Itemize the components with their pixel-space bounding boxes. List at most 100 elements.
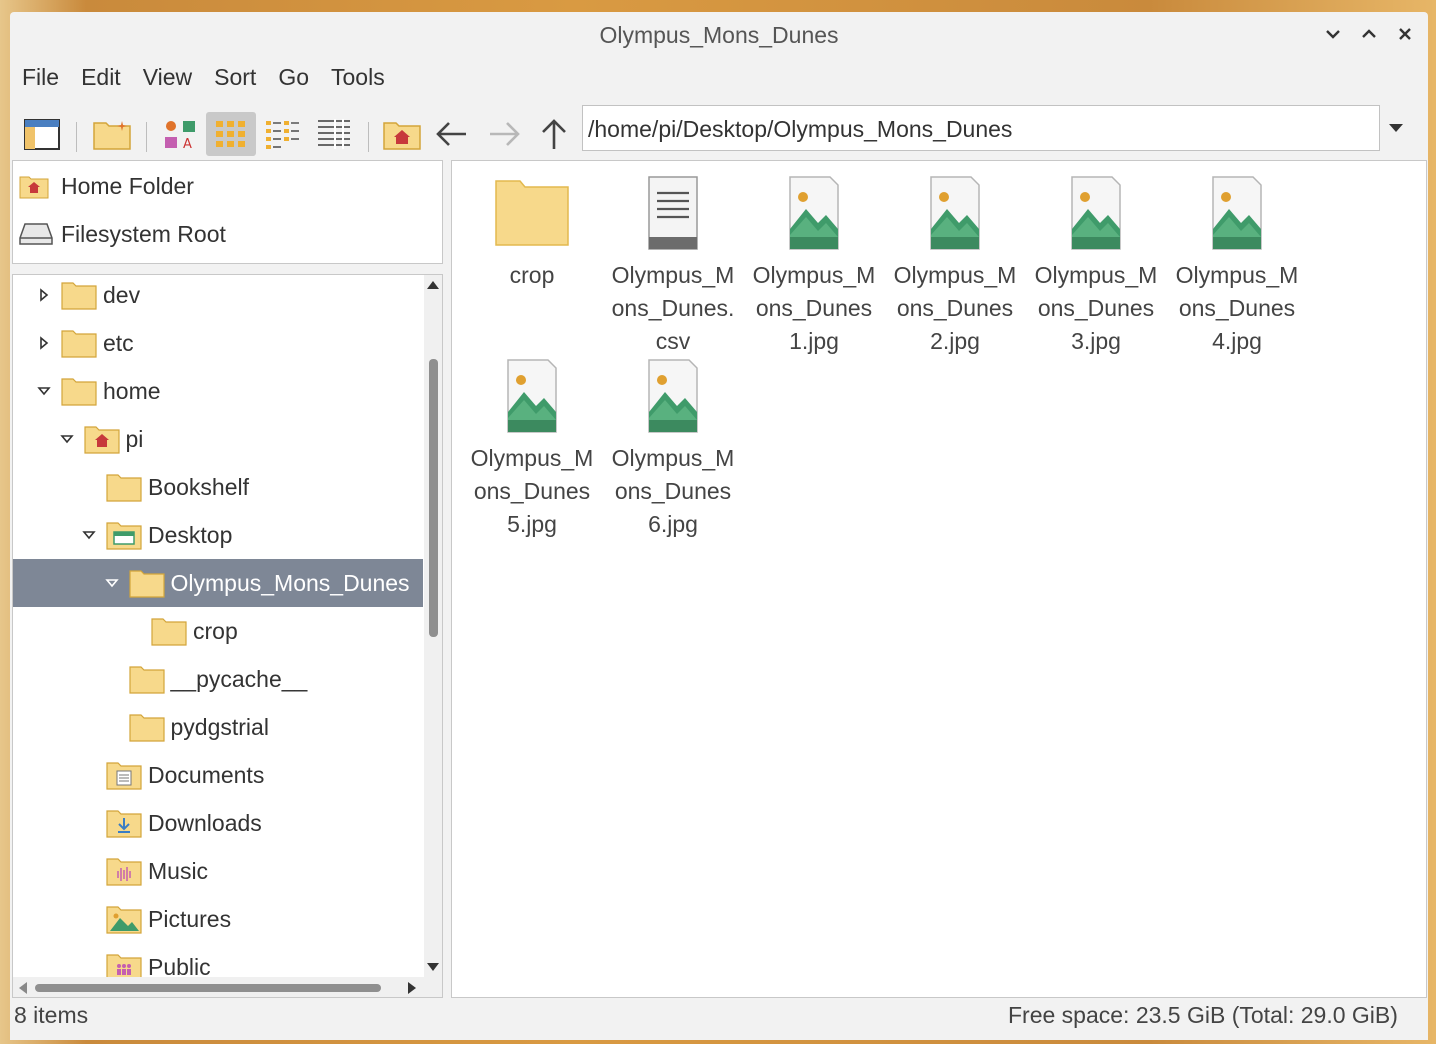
menu-sort[interactable]: Sort [202, 60, 266, 96]
list-view-icon [318, 119, 350, 149]
file-name: Olympus_Mons_Dunes3.jpg [1034, 262, 1158, 354]
tree-item[interactable]: Bookshelf [13, 463, 423, 511]
tree-horizontal-scroll-thumb[interactable] [35, 984, 381, 992]
menu-tools[interactable]: Tools [319, 60, 395, 96]
close-button[interactable] [1390, 20, 1420, 48]
back-button[interactable] [430, 112, 474, 156]
place-home-folder[interactable]: Home Folder [19, 166, 194, 206]
title-bar[interactable]: Olympus_Mons_Dunes [10, 12, 1428, 56]
tree-item[interactable]: Desktop [13, 511, 423, 559]
tree-item-label: crop [193, 618, 238, 644]
triangle-down-icon [1389, 124, 1403, 132]
expander-expanded-icon[interactable] [37, 384, 51, 398]
thumbnail-view-icon: A [165, 121, 195, 151]
expander-collapsed-icon[interactable] [37, 288, 51, 302]
new-window-button[interactable] [20, 112, 64, 156]
tree-item-label: Desktop [148, 522, 233, 548]
menu-file[interactable]: File [10, 60, 69, 96]
menu-go[interactable]: Go [266, 60, 319, 96]
window-title: Olympus_Mons_Dunes [599, 22, 839, 48]
file-name: Olympus_Mons_Dunes6.jpg [611, 445, 735, 537]
tree-item[interactable]: Olympus_Mons_Dunes [13, 559, 423, 607]
compact-view-button[interactable] [260, 112, 304, 156]
place-filesystem-root[interactable]: Filesystem Root [19, 214, 226, 254]
icon-view-button[interactable] [206, 112, 256, 156]
file-item[interactable]: Olympus_Mons_Dunes5.jpg [464, 356, 600, 541]
arrow-right-icon [490, 122, 520, 146]
expander-expanded-icon[interactable] [82, 528, 96, 542]
tree-item-label: Bookshelf [148, 474, 250, 500]
tree-horizontal-scrollbar[interactable] [13, 977, 442, 997]
file-manager-window: Olympus_Mons_Dunes File Edit View Sort G… [10, 12, 1428, 1040]
tree-item[interactable]: pi [13, 415, 423, 463]
desktop-folder-icon [106, 520, 142, 550]
file-view[interactable]: crop Olympus_Mons_Dunes.csv Olympus_Mons_D… [451, 160, 1427, 998]
maximize-button[interactable] [1354, 20, 1384, 48]
expander-expanded-icon[interactable] [59, 432, 74, 446]
tree-item[interactable]: home [13, 367, 423, 415]
expander-expanded-icon[interactable] [104, 576, 119, 590]
file-item[interactable]: Olympus_Mons_Dunes6.jpg [605, 356, 741, 541]
downloads-folder-icon [106, 808, 142, 838]
tree-item[interactable]: crop [13, 607, 423, 655]
tree-item-label: home [103, 378, 161, 404]
new-folder-button[interactable] [90, 112, 134, 156]
tree-vertical-scroll-thumb[interactable] [429, 359, 438, 637]
up-button[interactable] [532, 112, 576, 156]
forward-button[interactable] [482, 112, 526, 156]
tree-item[interactable]: etc [13, 319, 423, 367]
tree-item[interactable]: Music [13, 847, 423, 895]
tree-item-label: etc [103, 330, 134, 356]
tree-item-label: Pictures [148, 906, 232, 932]
menu-view[interactable]: View [131, 60, 202, 96]
file-item[interactable]: crop [464, 173, 600, 292]
scroll-down-icon [427, 963, 439, 971]
new-folder-icon [93, 121, 131, 150]
tree-item[interactable]: __pycache__ [13, 655, 423, 703]
file-name: Olympus_Mons_Dunes5.jpg [470, 445, 594, 537]
file-item[interactable]: Olympus_Mons_Dunes4.jpg [1169, 173, 1305, 358]
folder-icon [128, 568, 165, 598]
tree-item[interactable]: Documents [13, 751, 423, 799]
home-folder-icon [19, 172, 53, 200]
home-button[interactable] [380, 112, 424, 156]
documents-folder-icon [106, 760, 142, 790]
tree-item-label: Downloads [148, 810, 262, 836]
expander-collapsed-icon[interactable] [37, 336, 51, 350]
pictures-folder-icon [106, 904, 142, 934]
folder-icon [151, 616, 187, 646]
tree-item[interactable]: pydgstrial [13, 703, 423, 751]
thumbnail-view-button[interactable]: A [158, 112, 202, 156]
path-history-dropdown[interactable] [1388, 120, 1404, 138]
home-folder-icon [83, 424, 120, 454]
tree-item[interactable]: dev [13, 275, 423, 319]
list-view-button[interactable] [312, 112, 356, 156]
file-item[interactable]: Olympus_Mons_Dunes2.jpg [887, 173, 1023, 358]
tree-vertical-scrollbar[interactable] [424, 275, 442, 977]
file-name: crop [509, 262, 555, 288]
folder-icon [492, 173, 572, 253]
folder-icon [128, 664, 165, 694]
folder-icon [128, 712, 165, 742]
tree-item[interactable]: Pictures [13, 895, 423, 943]
text-file-icon [633, 173, 713, 253]
path-input[interactable]: /home/pi/Desktop/Olympus_Mons_Dunes [582, 105, 1380, 151]
folder-icon [61, 376, 97, 406]
icon-view-icon [216, 121, 245, 147]
drive-icon [19, 220, 53, 248]
file-item[interactable]: Olympus_Mons_Dunes1.jpg [746, 173, 882, 358]
tree-item-label: __pycache__ [170, 666, 308, 692]
chevron-down-icon [1326, 30, 1340, 39]
file-item[interactable]: Olympus_Mons_Dunes.csv [605, 173, 741, 358]
folder-icon [106, 472, 142, 502]
image-file-icon [1056, 173, 1136, 253]
menu-edit[interactable]: Edit [69, 60, 131, 96]
tree-item-label: pi [125, 426, 144, 452]
scroll-left-icon [19, 982, 27, 994]
scroll-right-icon [408, 982, 416, 994]
tree-item[interactable]: Downloads [13, 799, 423, 847]
file-name: Olympus_Mons_Dunes4.jpg [1175, 262, 1299, 354]
home-folder-icon [383, 122, 421, 150]
file-item[interactable]: Olympus_Mons_Dunes3.jpg [1028, 173, 1164, 358]
minimize-button[interactable] [1318, 20, 1348, 48]
